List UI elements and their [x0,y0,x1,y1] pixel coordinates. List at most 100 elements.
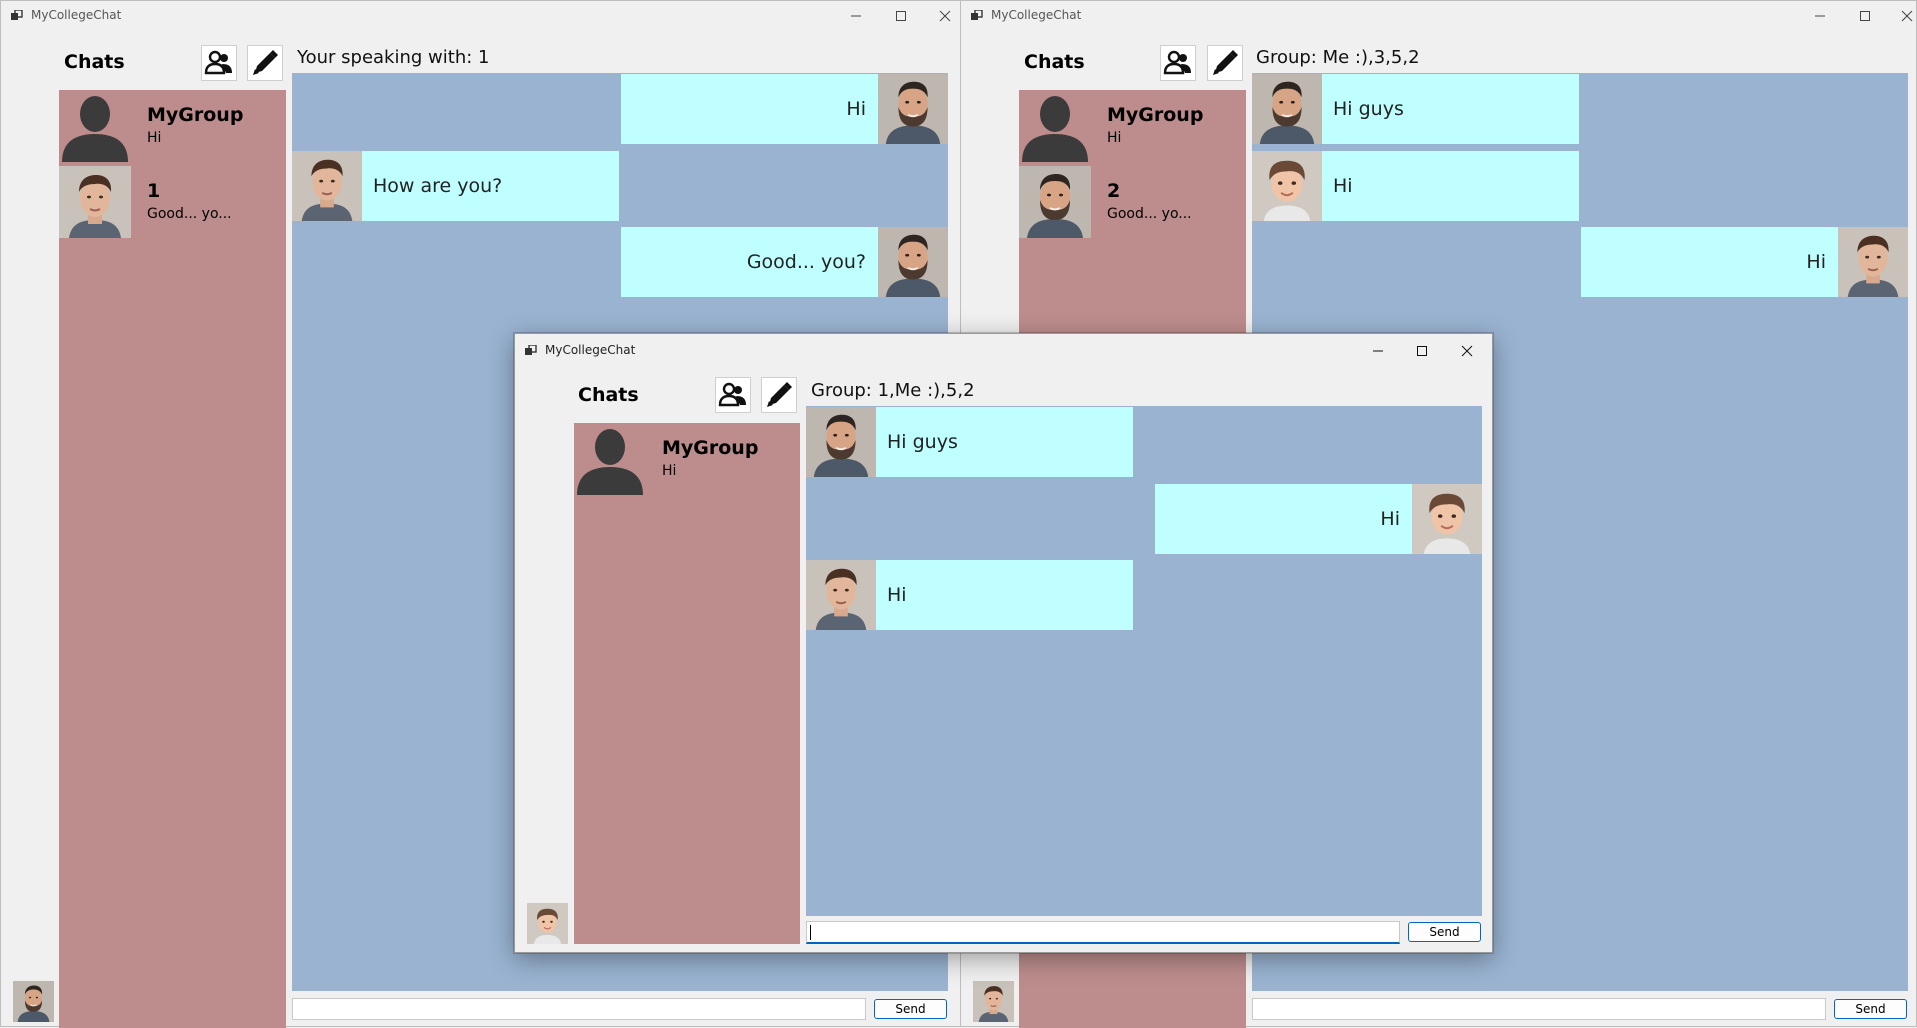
avatar [1252,151,1322,221]
chat-name: 1 [147,180,161,202]
message-bubble: Hi guys [1322,74,1579,144]
message-bubble: Hi [621,74,878,144]
message-bubble: Hi guys [876,407,1133,477]
message: Hi [806,484,1482,554]
pencil-icon [1210,48,1240,78]
window-title: MyCollegeChat [545,343,636,357]
title-bar[interactable]: MyCollegeChat [961,1,1916,31]
app-icon [11,10,23,21]
maximize-button[interactable] [879,1,923,31]
app-icon [971,10,983,21]
minimize-button[interactable] [834,1,878,31]
chat-name: MyGroup [662,437,759,459]
avatar [59,166,131,238]
chats-label: Chats [64,51,125,73]
avatar [1838,227,1908,297]
maximize-icon [1417,346,1427,356]
app-icon [525,345,537,356]
conversation-title: Group: 1,Me :),5,2 [811,380,975,401]
send-button[interactable]: Send [1834,999,1907,1019]
chats-label: Chats [578,384,639,406]
avatar [1019,166,1091,238]
avatar [806,560,876,630]
message-input[interactable] [1252,998,1826,1020]
my-avatar[interactable] [973,981,1014,1022]
pencil-icon [250,48,280,78]
chat-name: MyGroup [147,104,244,126]
close-icon [1461,345,1473,357]
chat-list-item-mygroup[interactable]: MyGroup Hi [574,423,800,495]
message-bubble: Hi [1581,227,1838,297]
chat-name: 2 [1107,180,1121,202]
message-bubble: Good... you? [621,227,878,297]
message-bubble: How are you? [362,151,619,221]
avatar [878,227,948,297]
new-group-button[interactable] [1160,45,1196,81]
message: Hi guys [1252,74,1908,144]
avatar [806,407,876,477]
chat-preview: Hi [1107,130,1122,146]
chat-list-item-2[interactable]: 2 Good... yo... [1019,166,1246,238]
people-icon [204,48,234,78]
close-button[interactable] [1445,334,1489,368]
chat-list-item-mygroup[interactable]: MyGroup Hi [1019,90,1246,162]
chat-window-front: MyCollegeChat Chats Group: 1,Me :),5,2 M… [514,333,1493,953]
message: Hi [1252,227,1908,297]
minimize-icon [1815,15,1825,17]
maximize-icon [1860,11,1870,21]
chat-name: MyGroup [1107,104,1204,126]
pencil-icon [764,380,794,410]
people-icon [1163,48,1193,78]
chat-preview: Good... yo... [1107,206,1192,222]
title-bar[interactable]: MyCollegeChat [515,334,1492,368]
message-input[interactable] [806,921,1400,944]
message: Good... you? [292,227,948,297]
avatar [574,423,646,495]
message: Hi [1252,151,1908,221]
chat-list-item-1[interactable]: 1 Good... yo... [59,166,286,238]
message: Hi [292,74,948,144]
chats-label: Chats [1024,51,1085,73]
edit-profile-button[interactable] [761,377,797,413]
message-bubble: Hi [1322,151,1579,221]
edit-profile-button[interactable] [247,45,283,81]
message-area[interactable]: Hi guys Hi Hi [806,406,1482,916]
close-button[interactable] [1885,1,1917,31]
message-bubble: Hi [1155,484,1412,554]
edit-profile-button[interactable] [1207,45,1243,81]
maximize-button[interactable] [1843,1,1887,31]
window-title: MyCollegeChat [31,8,122,22]
chat-preview: Good... yo... [147,206,232,222]
message-input[interactable] [292,998,866,1020]
my-avatar[interactable] [13,981,54,1022]
avatar [59,90,131,162]
send-button[interactable]: Send [874,999,947,1019]
my-avatar[interactable] [527,903,568,944]
new-group-button[interactable] [715,377,751,413]
minimize-icon [1373,350,1383,352]
avatar [1412,484,1482,554]
close-icon [939,10,951,22]
close-icon [1901,10,1913,22]
minimize-button[interactable] [1356,334,1400,368]
window-title: MyCollegeChat [991,8,1082,22]
chat-list: MyGroup Hi [574,423,800,944]
text-cursor [810,925,811,940]
conversation-title: Group: Me :),3,5,2 [1256,47,1420,68]
message: How are you? [292,151,948,221]
maximize-icon [896,11,906,21]
chat-preview: Hi [662,463,677,479]
title-bar[interactable]: MyCollegeChat [1,1,960,31]
message-bubble: Hi [876,560,1133,630]
new-group-button[interactable] [201,45,237,81]
chat-list-item-mygroup[interactable]: MyGroup Hi [59,90,286,162]
minimize-button[interactable] [1798,1,1842,31]
message: Hi [806,560,1482,630]
avatar [878,74,948,144]
people-icon [718,380,748,410]
conversation-title: Your speaking with: 1 [297,47,490,68]
chat-preview: Hi [147,130,162,146]
send-button[interactable]: Send [1408,922,1481,942]
avatar [1019,90,1091,162]
maximize-button[interactable] [1400,334,1444,368]
